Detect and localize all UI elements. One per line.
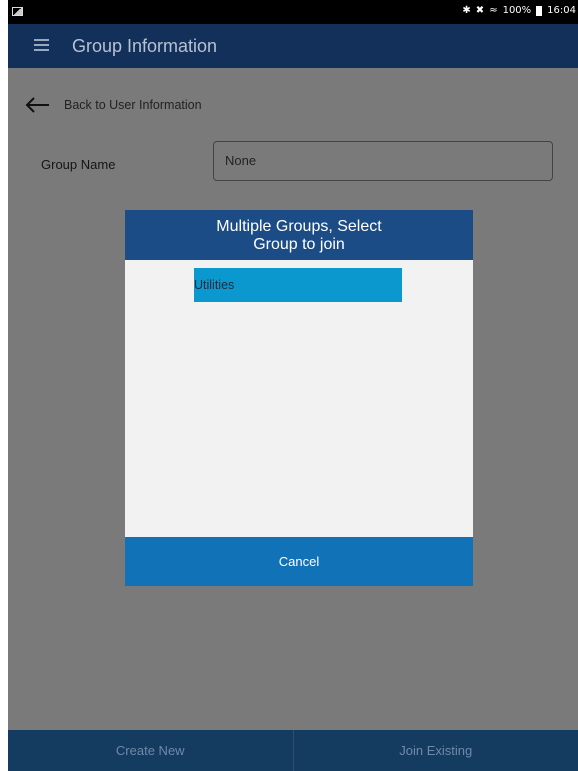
create-new-button[interactable]: Create New	[8, 730, 293, 771]
image-notification-icon	[12, 7, 23, 16]
join-existing-button[interactable]: Join Existing	[294, 730, 578, 771]
bottom-bar: Create New Join Existing	[8, 730, 578, 771]
dialog-title-line-1: Multiple Groups, Select	[216, 218, 382, 235]
cancel-button[interactable]: Cancel	[125, 537, 473, 586]
group-option-utilities[interactable]: Utilities	[194, 268, 402, 302]
app-screen: ✱ ✖ ≈ 100% 16:04 Group Information Back …	[8, 0, 578, 771]
page-title: Group Information	[72, 36, 218, 56]
clock: 16:04	[547, 5, 576, 16]
battery-icon	[536, 5, 543, 16]
app-bar: Group Information	[8, 24, 578, 68]
hamburger-icon[interactable]	[34, 39, 49, 51]
bluetooth-icon: ✱	[462, 5, 471, 16]
mute-icon: ✖	[475, 5, 485, 16]
dialog-title-line-2: Group to join	[253, 236, 345, 253]
dialog-title: Multiple Groups, Select Group to join	[125, 210, 473, 260]
group-name-label: Group Name	[41, 157, 116, 172]
back-link[interactable]: Back to User Information	[24, 93, 202, 117]
status-icons: ✱ ✖ ≈ 100% 16:04	[462, 5, 576, 16]
arrow-left-icon	[25, 97, 49, 113]
battery-level: 100%	[502, 5, 532, 16]
group-name-field[interactable]: None	[213, 141, 553, 181]
wifi-icon: ≈	[489, 5, 498, 16]
select-group-dialog: Multiple Groups, Select Group to join Ut…	[125, 210, 473, 586]
back-link-label: Back to User Information	[64, 98, 202, 112]
status-bar: ✱ ✖ ≈ 100% 16:04	[8, 0, 578, 24]
